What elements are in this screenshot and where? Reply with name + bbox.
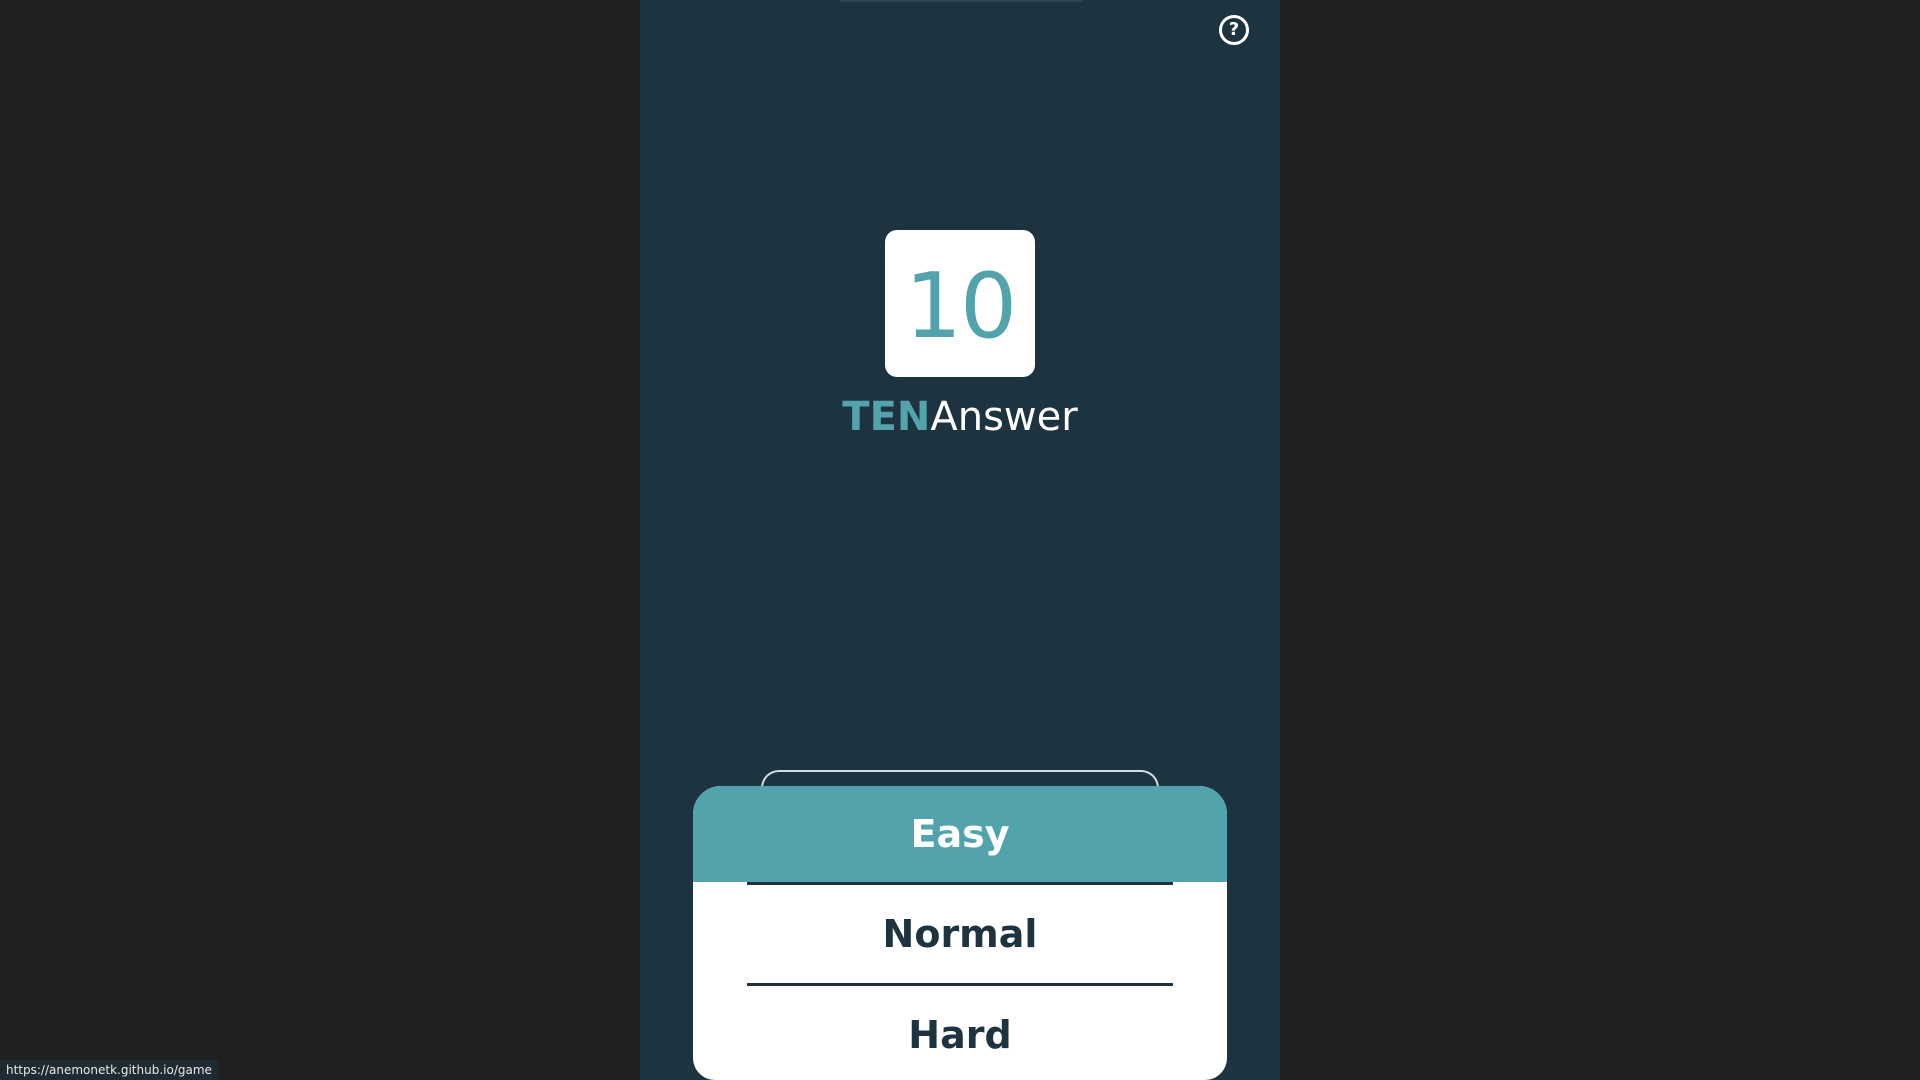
game-title-accent: TEN <box>842 394 931 440</box>
game-title: TENAnswer <box>640 393 1280 441</box>
help-icon: ? <box>1228 19 1240 40</box>
logo-number: 10 <box>904 253 1018 359</box>
difficulty-menu: Easy Normal Hard <box>693 786 1227 1080</box>
help-button[interactable]: ? <box>1219 15 1249 45</box>
difficulty-option-easy[interactable]: Easy <box>693 786 1227 882</box>
logo-tile: 10 <box>885 230 1035 377</box>
game-screen: ? 10 TENAnswer Easy Normal Hard <box>640 0 1280 1080</box>
status-bar-url: https://anemonetk.github.io/game <box>0 1060 218 1080</box>
difficulty-option-normal[interactable]: Normal <box>693 885 1227 983</box>
game-title-rest: Answer <box>930 394 1078 440</box>
difficulty-option-hard[interactable]: Hard <box>693 986 1227 1080</box>
top-indicator <box>840 0 1082 2</box>
